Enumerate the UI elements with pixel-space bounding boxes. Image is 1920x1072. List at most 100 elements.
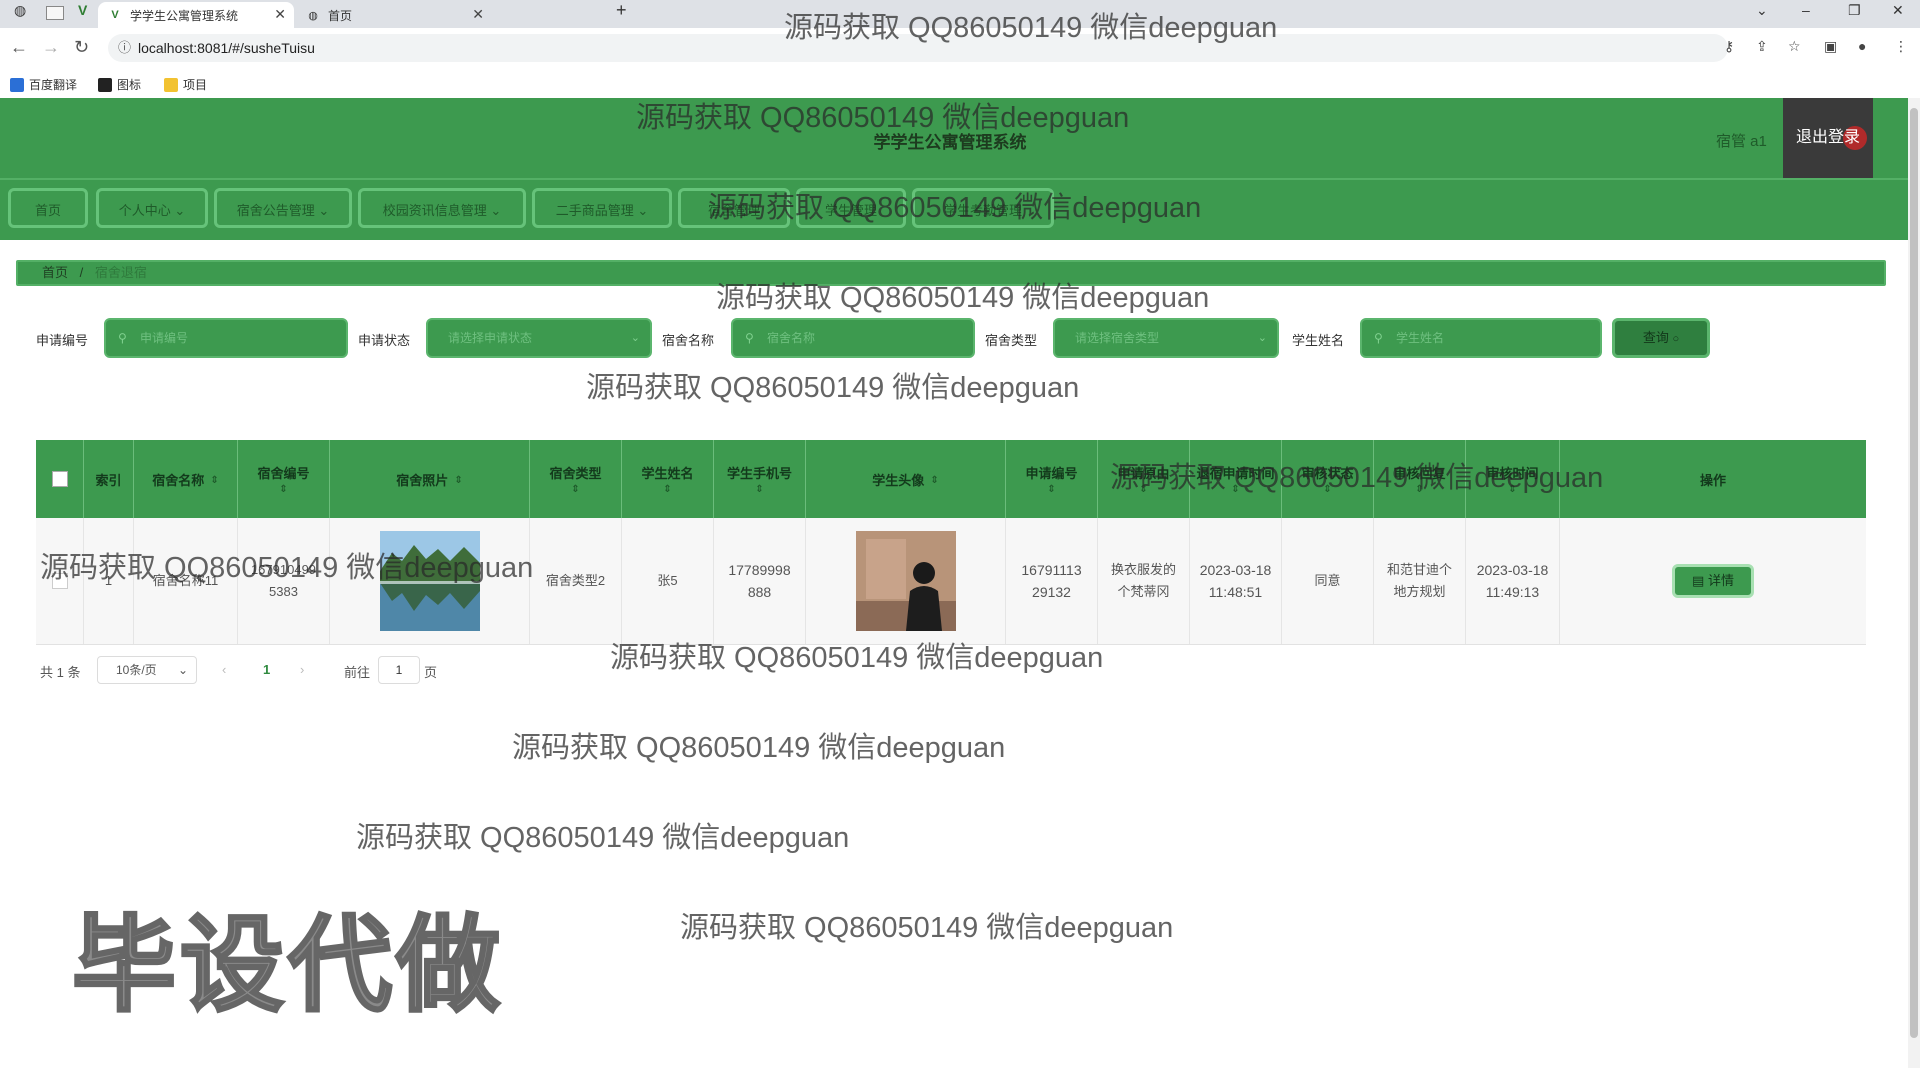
close-window-icon[interactable]: ✕	[1892, 2, 1904, 19]
restore-icon[interactable]: ❐	[1848, 2, 1861, 19]
cell-student-name: 张5	[622, 518, 714, 644]
goto-label: 前往	[344, 665, 371, 680]
col-dorm-photo[interactable]: 宿舍照片 ⇕	[330, 440, 530, 518]
sort-icon[interactable]: ⇕	[1508, 484, 1516, 495]
row-checkbox[interactable]	[51, 573, 68, 589]
watermark-big: 毕设代做	[70, 907, 505, 1026]
cell-dorm-type: 宿舍类型2	[530, 518, 622, 644]
back-icon[interactable]: ←	[10, 37, 28, 58]
search-label-status: 申请状态	[358, 333, 411, 348]
bookmark-star-icon[interactable]: ☆	[1788, 38, 1801, 55]
bookmark-item[interactable]: 项目	[164, 76, 207, 93]
column-label: 申请原由	[1117, 466, 1170, 481]
cell-dorm-no: 1679104995383	[238, 518, 330, 644]
key-icon[interactable]: ⚷	[1724, 38, 1734, 55]
column-label: 宿舍照片	[396, 472, 449, 488]
dorm-name-input[interactable]: ⚲ 宿舍名称	[731, 318, 975, 358]
sort-icon[interactable]: ⇕	[571, 484, 579, 495]
sort-icon[interactable]: ⇕	[930, 475, 938, 486]
sort-icon[interactable]: ⇕	[279, 484, 287, 495]
sort-icon[interactable]: ⇕	[210, 475, 218, 486]
menu-student[interactable]: 学生管理	[796, 188, 906, 228]
logout-button[interactable]: 退出登录	[1783, 98, 1873, 178]
col-reply[interactable]: 审核回复 ⇕	[1374, 440, 1466, 518]
browser-tab-active[interactable]: V 学学生公寓管理系统 ✕	[98, 2, 294, 28]
close-tab-icon[interactable]: ✕	[472, 6, 484, 23]
status-select[interactable]: 请选择申请状态 ⌄	[426, 318, 652, 358]
window-icon[interactable]	[46, 6, 64, 20]
select-all-checkbox[interactable]	[51, 471, 68, 487]
col-dorm-no[interactable]: 宿舍编号 ⇕	[238, 440, 330, 518]
menu-second-hand[interactable]: 二手商品管理 ⌄	[532, 188, 672, 228]
page-size-select[interactable]: 10条/页 ⌄	[97, 656, 197, 684]
bookmarks-bar: 百度翻译 图标 项目	[0, 68, 1920, 98]
sort-icon[interactable]: ⇕	[755, 484, 763, 495]
sort-icon[interactable]: ⇕	[1231, 484, 1239, 495]
search-icon: ○	[1672, 333, 1680, 345]
globe-icon[interactable]: ◍	[14, 2, 26, 19]
goto-page-input[interactable]: 1	[378, 656, 420, 684]
page-suffix: 页	[424, 665, 438, 680]
more-menu-icon[interactable]: ⋮	[1894, 38, 1908, 55]
menu-campus-news[interactable]: 校园资讯信息管理 ⌄	[358, 188, 526, 228]
site-info-icon[interactable]: ⓘ	[118, 34, 131, 62]
cell-phone: 17789998888	[714, 518, 806, 644]
page-scrollbar[interactable]	[1908, 98, 1920, 1068]
column-label: 审核状态	[1301, 466, 1354, 481]
col-apply-no[interactable]: 申请编号 ⇕	[1006, 440, 1098, 518]
menu-dorm[interactable]: 宿舍管理	[678, 188, 790, 228]
bookmark-item[interactable]: 百度翻译	[10, 76, 77, 93]
close-tab-icon[interactable]: ✕	[274, 6, 286, 23]
bookmark-item[interactable]: 图标	[98, 76, 141, 93]
detail-button[interactable]: ▤ 详情	[1672, 564, 1754, 598]
col-reason[interactable]: 申请原由 ⇕	[1098, 440, 1190, 518]
menu-dorm-notice[interactable]: 宿舍公告管理 ⌄	[214, 188, 352, 228]
student-name-input[interactable]: ⚲ 学生姓名	[1360, 318, 1602, 358]
menu-personal-center[interactable]: 个人中心 ⌄	[96, 188, 208, 228]
next-page-icon[interactable]: ›	[300, 662, 304, 677]
col-status[interactable]: 审核状态 ⇕	[1282, 440, 1374, 518]
cell-review-time: 2023-03-18 11:49:13	[1466, 518, 1560, 644]
share-icon[interactable]: ⇪	[1756, 38, 1768, 55]
menu-home[interactable]: 首页	[8, 188, 88, 228]
col-student-name[interactable]: 学生姓名 ⇕	[622, 440, 714, 518]
apply-no-input[interactable]: ⚲ 申请编号	[104, 318, 348, 358]
minimize-icon[interactable]: –	[1802, 2, 1810, 18]
vue-logo-icon[interactable]: V	[78, 2, 87, 18]
sort-icon[interactable]: ⇕	[1323, 484, 1331, 495]
bookmark-label: 项目	[183, 78, 208, 92]
new-tab-icon[interactable]: +	[616, 0, 627, 21]
profile-icon[interactable]: ●	[1858, 38, 1866, 54]
col-apply-time[interactable]: 退宿申请时间 ⇕	[1190, 440, 1282, 518]
sort-icon[interactable]: ⇕	[1415, 484, 1423, 495]
dorm-photo-image[interactable]	[379, 531, 480, 631]
url-field[interactable]: ⓘ localhost:8081/#/susheTuisu	[108, 34, 1728, 62]
prev-page-icon[interactable]: ‹	[222, 662, 226, 677]
query-button[interactable]: 查询 ○	[1612, 318, 1710, 358]
student-avatar-image[interactable]	[855, 531, 956, 631]
col-review-time[interactable]: 审核时间 ⇕	[1466, 440, 1560, 518]
menu-attendance[interactable]: 学生考勤管理	[912, 188, 1054, 228]
col-phone[interactable]: 学生手机号 ⇕	[714, 440, 806, 518]
tab-search-icon[interactable]: ⌄	[1756, 2, 1768, 19]
browser-tab[interactable]: ◍ 首页 ✕	[296, 2, 492, 28]
reload-icon[interactable]: ↻	[74, 37, 89, 58]
sort-icon[interactable]: ⇕	[663, 484, 671, 495]
forward-icon[interactable]: →	[42, 37, 60, 58]
dorm-type-select[interactable]: 请选择宿舍类型 ⌄	[1053, 318, 1279, 358]
page-number-current[interactable]: 1	[263, 662, 270, 677]
column-label: 宿舍类型	[549, 466, 602, 481]
side-panel-icon[interactable]: ▣	[1824, 38, 1837, 55]
menu-label: 个人中心	[118, 203, 171, 218]
sort-icon[interactable]: ⇕	[454, 475, 462, 486]
sort-icon[interactable]: ⇕	[1047, 484, 1055, 495]
breadcrumb-home[interactable]: 首页	[42, 265, 68, 280]
search-icon: ⚲	[745, 331, 754, 345]
scrollbar-thumb[interactable]	[1910, 108, 1918, 1038]
col-dorm-type[interactable]: 宿舍类型 ⇕	[530, 440, 622, 518]
col-dorm-name[interactable]: 宿舍名称 ⇕	[134, 440, 238, 518]
sort-icon[interactable]: ⇕	[1139, 484, 1147, 495]
search-label-apply-no: 申请编号	[36, 333, 89, 348]
col-avatar[interactable]: 学生头像 ⇕	[806, 440, 1006, 518]
cell-action: ▤ 详情	[1560, 518, 1866, 644]
